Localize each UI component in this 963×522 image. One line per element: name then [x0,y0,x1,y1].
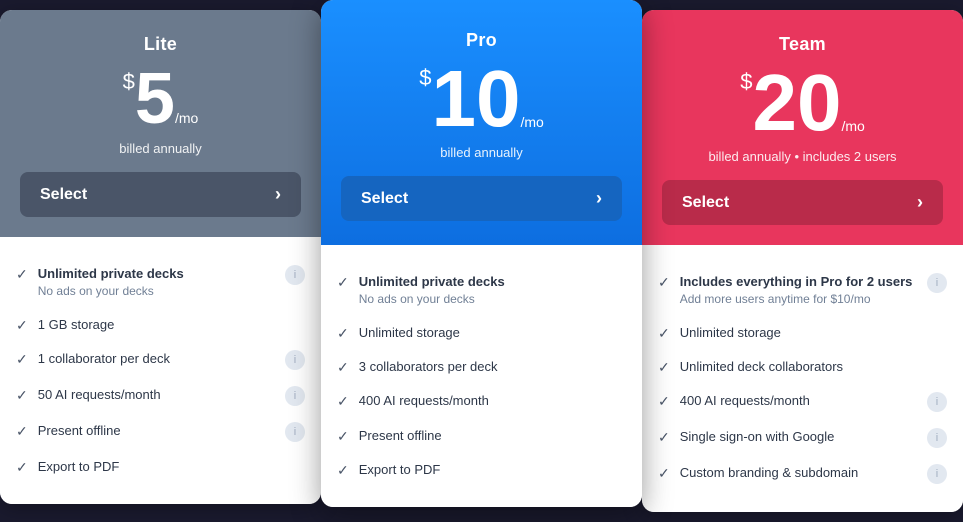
plan-name-pro: Pro [341,30,622,51]
price-amount-lite: 5 [135,63,175,135]
checkmark-icon: ✓ [658,429,670,446]
feature-item: ✓ 50 AI requests/month i [16,378,305,414]
checkmark-icon: ✓ [16,351,28,368]
feature-item: ✓ Custom branding & subdomain i [658,456,947,492]
plans-container: Lite $ 5 /mo billed annually Select › ✓ … [0,0,963,522]
plan-features-pro: ✓ Unlimited private decksNo ads on your … [321,245,642,507]
plan-name-lite: Lite [20,34,301,55]
checkmark-icon: ✓ [337,359,349,376]
select-label-lite: Select [40,186,87,204]
arrow-icon-pro: › [596,188,602,209]
plan-card-pro: Pro $ 10 /mo billed annually Select › ✓ … [321,0,642,507]
checkmark-icon: ✓ [16,423,28,440]
feature-item: ✓ Includes everything in Pro for 2 users… [658,265,947,316]
plan-billing-pro: billed annually [341,145,622,160]
plan-card-team: Team $ 20 /mo billed annually • includes… [642,10,963,512]
plan-header-lite: Lite $ 5 /mo billed annually Select › [0,10,321,237]
info-icon[interactable]: i [285,350,305,370]
arrow-icon-lite: › [275,184,281,205]
feature-item: ✓ Export to PDF [16,450,305,484]
feature-item: ✓ Single sign-on with Google i [658,420,947,456]
info-icon[interactable]: i [927,273,947,293]
checkmark-icon: ✓ [337,393,349,410]
info-icon[interactable]: i [927,392,947,412]
feature-item: ✓ Unlimited storage [337,316,626,350]
checkmark-icon: ✓ [16,459,28,476]
select-button-pro[interactable]: Select › [341,176,622,221]
info-icon[interactable]: i [927,464,947,484]
price-period-lite: /mo [175,111,198,125]
plan-card-lite: Lite $ 5 /mo billed annually Select › ✓ … [0,10,321,504]
plan-billing-team: billed annually • includes 2 users [662,149,943,164]
checkmark-icon: ✓ [16,266,28,283]
checkmark-icon: ✓ [658,325,670,342]
checkmark-icon: ✓ [658,274,670,291]
plan-features-lite: ✓ Unlimited private decksNo ads on your … [0,237,321,504]
checkmark-icon: ✓ [337,428,349,445]
select-label-team: Select [682,194,729,212]
plan-price-pro: $ 10 /mo [341,59,622,139]
price-dollar-lite: $ [123,71,135,93]
feature-item: ✓ Unlimited private decksNo ads on your … [337,265,626,316]
plan-billing-lite: billed annually [20,141,301,156]
info-icon[interactable]: i [285,265,305,285]
checkmark-icon: ✓ [16,317,28,334]
checkmark-icon: ✓ [16,387,28,404]
info-icon[interactable]: i [927,428,947,448]
checkmark-icon: ✓ [658,393,670,410]
checkmark-icon: ✓ [658,465,670,482]
checkmark-icon: ✓ [337,462,349,479]
feature-item: ✓ 1 collaborator per deck i [16,342,305,378]
feature-item: ✓ Present offline [337,419,626,453]
select-button-team[interactable]: Select › [662,180,943,225]
feature-item: ✓ 1 GB storage [16,308,305,342]
plan-name-team: Team [662,34,943,55]
plan-price-team: $ 20 /mo [662,63,943,143]
arrow-icon-team: › [917,192,923,213]
feature-item: ✓ Unlimited deck collaborators [658,350,947,384]
checkmark-icon: ✓ [337,325,349,342]
plan-features-team: ✓ Includes everything in Pro for 2 users… [642,245,963,512]
select-button-lite[interactable]: Select › [20,172,301,217]
checkmark-icon: ✓ [337,274,349,291]
checkmark-icon: ✓ [658,359,670,376]
price-dollar-team: $ [740,71,752,93]
plan-header-team: Team $ 20 /mo billed annually • includes… [642,10,963,245]
price-period-pro: /mo [520,115,543,129]
feature-item: ✓ Export to PDF [337,453,626,487]
info-icon[interactable]: i [285,422,305,442]
plan-header-pro: Pro $ 10 /mo billed annually Select › [321,0,642,245]
plan-price-lite: $ 5 /mo [20,63,301,135]
price-amount-team: 20 [752,63,841,143]
info-icon[interactable]: i [285,386,305,406]
feature-item: ✓ Unlimited private decksNo ads on your … [16,257,305,308]
price-period-team: /mo [841,119,864,133]
feature-item: ✓ Unlimited storage [658,316,947,350]
feature-item: ✓ 3 collaborators per deck [337,350,626,384]
feature-item: ✓ Present offline i [16,414,305,450]
feature-item: ✓ 400 AI requests/month i [658,384,947,420]
select-label-pro: Select [361,190,408,208]
feature-item: ✓ 400 AI requests/month [337,384,626,418]
price-amount-pro: 10 [431,59,520,139]
price-dollar-pro: $ [419,67,431,89]
